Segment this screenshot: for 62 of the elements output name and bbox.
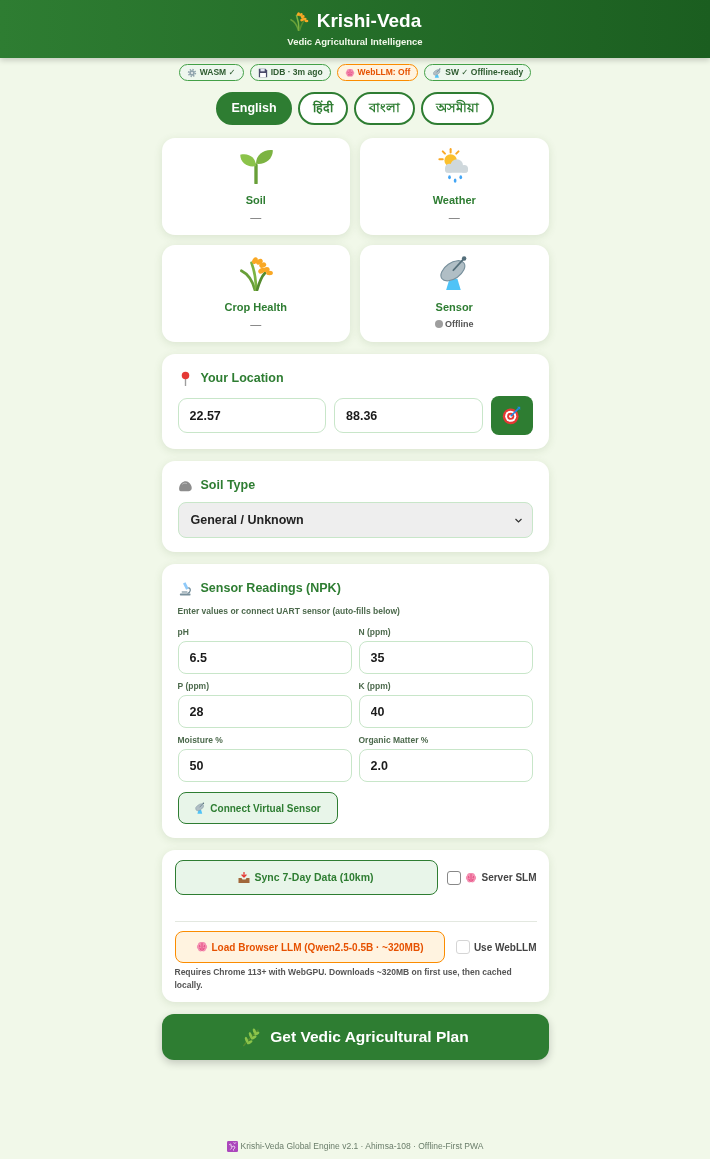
checkbox[interactable] — [447, 870, 462, 885]
latitude-field[interactable]: 22.57 — [177, 398, 326, 433]
sync-data-button[interactable]: Sync 7-Day Data (10km) — [174, 860, 438, 895]
herb-icon — [241, 1027, 261, 1047]
card-value: — — [250, 210, 262, 224]
chip-label: IDB · 3m ago — [270, 68, 323, 77]
satellite-dish-icon — [194, 802, 207, 814]
brain-icon — [344, 67, 355, 78]
brain-icon — [465, 871, 478, 884]
section-title: Your Location — [200, 370, 284, 387]
app-title: Krishi-Veda — [316, 9, 422, 33]
language-button[interactable]: English — [216, 92, 292, 125]
microscope-icon — [177, 580, 193, 596]
gear-icon — [186, 67, 197, 78]
card-label: Sensor — [435, 300, 473, 314]
card-value: — — [250, 317, 262, 331]
chip-label: WebLLM: Off — [357, 68, 411, 77]
input-field[interactable]: 6.5 — [177, 641, 352, 674]
longitude-field[interactable]: 88.36 — [334, 398, 483, 433]
language-button[interactable]: অসমীয়া — [420, 92, 494, 125]
get-plan-button[interactable]: Get Vedic Agricultural Plan — [161, 1014, 549, 1060]
field-label: N (ppm) — [358, 627, 392, 637]
chip-label: WASM ✓ — [199, 68, 236, 77]
card-value: — — [448, 210, 460, 224]
rice-sheaf-icon — [288, 11, 309, 31]
input-field[interactable]: 40 — [358, 695, 533, 728]
footer-text: Krishi-Veda Global Engine v2.1 · Ahimsa-108 · Offline-First PWA — [240, 1140, 484, 1152]
status-text: Offline — [445, 318, 474, 331]
field-label: P (ppm) — [177, 681, 210, 691]
om-symbol-icon — [226, 1140, 238, 1152]
card-label: Crop Health — [224, 300, 287, 314]
field-label: Moisture % — [177, 735, 224, 745]
card-label: Soil — [245, 193, 266, 207]
brain-icon — [195, 941, 208, 953]
section-title: Sensor Readings (NPK) — [200, 580, 341, 597]
language-button[interactable]: हिंदी — [297, 92, 348, 125]
input-field[interactable]: 28 — [177, 695, 352, 728]
checkbox-label: Use WebLLM — [473, 940, 537, 955]
locate-button[interactable] — [490, 396, 533, 435]
note-text: Requires Chrome 113+ with WebGPU. Downloads ~320MB on first use, then cached locally. — [174, 966, 513, 992]
section-title: Soil Type — [200, 477, 256, 494]
card-label: Weather — [432, 193, 476, 207]
seedling-icon — [237, 148, 274, 184]
checkbox-label: Server SLM — [481, 871, 537, 885]
inbox-tray-icon — [238, 871, 251, 884]
soil-type-select[interactable]: General / Unknown — [177, 502, 533, 538]
input-field[interactable]: 35 — [358, 641, 533, 674]
connect-sensor-button[interactable]: Connect Virtual Sensor — [177, 792, 338, 824]
rice-sheaf-icon — [237, 255, 274, 291]
chevron-down-icon — [513, 516, 523, 525]
satellite-dish-icon — [432, 67, 443, 78]
field-label: Organic Matter % — [358, 735, 430, 745]
chip-label: SW ✓ Offline-ready — [445, 68, 524, 77]
input-field[interactable]: 2.0 — [358, 749, 533, 782]
field-label: pH — [177, 627, 190, 637]
field-label: K (ppm) — [358, 681, 392, 691]
input-field[interactable]: 50 — [177, 749, 352, 782]
language-button[interactable]: বাংলা — [353, 92, 415, 125]
load-llm-button[interactable]: Load Browser LLM (Qwen2.5-0.5B · ~320MB) — [174, 931, 445, 963]
app-subtitle: Vedic Agricultural Intelligence — [286, 35, 424, 48]
target-icon — [502, 406, 521, 425]
hint-text: Enter values or connect UART sensor (auto-fills below) — [177, 605, 401, 617]
